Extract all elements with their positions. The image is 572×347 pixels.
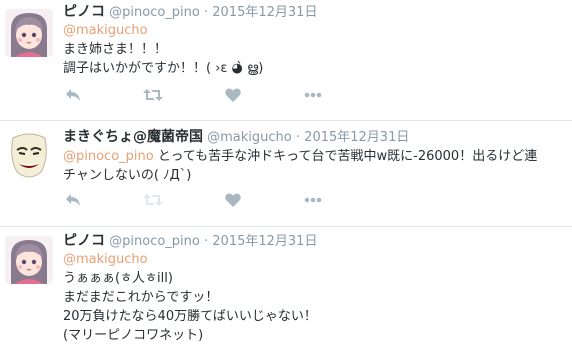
separator-dot: · — [204, 234, 209, 249]
separator-dot: · — [295, 130, 301, 145]
tweet-text-line: うぁぁぁ(ㅎ人ㅎill) — [63, 271, 173, 286]
tweet-text-line: まだまだこれからですッ！ — [63, 290, 219, 305]
timestamp[interactable]: 2015年12月31日 — [212, 234, 317, 249]
more-icon — [304, 92, 322, 98]
mention-link[interactable]: @makigucho — [63, 22, 568, 40]
retweet-button[interactable] — [143, 190, 163, 210]
tweet-text: とっても苦手な沖ドキって台で苦戦中w既に-26000！出るけど連 — [157, 149, 538, 164]
tweet-text-line: チャンしないの( ﾉД`) — [63, 168, 192, 183]
tweet: ピノコ @pinoco_pino · 2015年12月31日 @makiguch… — [0, 227, 572, 347]
avatar[interactable] — [5, 9, 53, 57]
user-handle[interactable]: @pinoco_pino — [109, 5, 200, 20]
tweet-text-line: まき姉さま！！！ — [63, 42, 168, 57]
more-button[interactable] — [303, 85, 323, 105]
tweet-text-line: 20万負けたなら40万勝てばいいじゃない！ — [63, 309, 317, 324]
timestamp[interactable]: 2015年12月31日 — [304, 130, 409, 145]
retweet-icon — [143, 89, 163, 101]
more-icon — [304, 197, 322, 203]
user-handle[interactable]: @pinoco_pino — [109, 234, 200, 249]
like-button[interactable] — [223, 85, 243, 105]
tweet-header: まきぐちょ@魔菌帝国 @makigucho · 2015年12月31日 — [63, 128, 568, 147]
avatar[interactable] — [5, 132, 53, 180]
user-handle[interactable]: @makigucho — [207, 130, 292, 145]
display-name[interactable]: ピノコ — [63, 233, 105, 249]
tweet-header: ピノコ @pinoco_pino · 2015年12月31日 — [63, 3, 568, 22]
display-name[interactable]: まきぐちょ@魔菌帝国 — [63, 129, 203, 145]
mention-link[interactable]: @makigucho — [63, 251, 568, 269]
reply-button[interactable] — [63, 190, 83, 210]
retweet-icon — [143, 194, 163, 206]
like-icon — [225, 193, 241, 207]
tweet: まきぐちょ@魔菌帝国 @makigucho · 2015年12月31日 @pin… — [0, 121, 572, 227]
tweet-actions — [63, 85, 343, 105]
reply-icon — [66, 89, 80, 101]
timestamp[interactable]: 2015年12月31日 — [212, 5, 317, 20]
like-icon — [225, 88, 241, 102]
retweet-button[interactable] — [143, 85, 163, 105]
avatar[interactable] — [5, 236, 53, 284]
tweet-text-line: 調子はいかがですか！！( ›ε ◕̀ ൠ) — [63, 61, 264, 76]
reply-button[interactable] — [63, 85, 83, 105]
separator-dot: · — [204, 5, 209, 20]
tweet: ピノコ @pinoco_pino · 2015年12月31日 @makiguch… — [0, 0, 572, 121]
mention-link[interactable]: @pinoco_pino — [63, 149, 154, 164]
tweet-header: ピノコ @pinoco_pino · 2015年12月31日 — [63, 232, 568, 251]
tweet-actions — [63, 190, 343, 210]
like-button[interactable] — [223, 190, 243, 210]
reply-icon — [66, 194, 80, 206]
more-button[interactable] — [303, 190, 323, 210]
display-name[interactable]: ピノコ — [63, 4, 105, 20]
tweet-text-line: @pinoco_pino とっても苦手な沖ドキって台で苦戦中w既に-26000！… — [63, 147, 568, 166]
tweet-text-line: (マリーピノコワネット) — [63, 328, 204, 343]
